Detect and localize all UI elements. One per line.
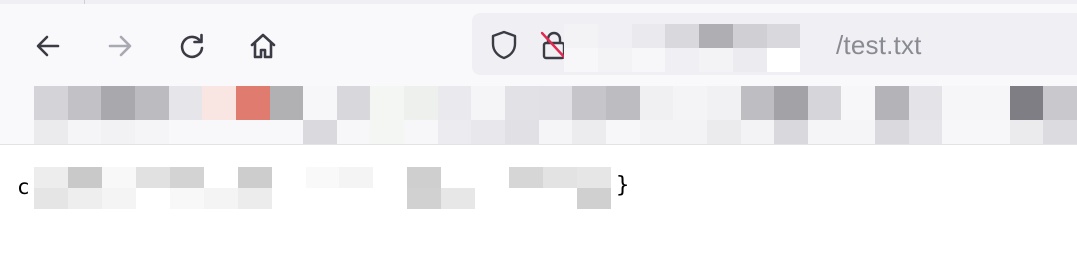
- home-icon: [250, 33, 276, 59]
- url-path-text: /test.txt: [836, 30, 922, 60]
- file-text-redacted: [34, 167, 611, 209]
- file-text-start: c: [17, 175, 30, 199]
- back-button[interactable]: [28, 26, 68, 66]
- arrow-right-icon: [108, 35, 132, 57]
- reload-button[interactable]: [172, 26, 212, 66]
- reload-icon: [180, 33, 204, 59]
- home-button[interactable]: [243, 26, 283, 66]
- file-text-end: }: [616, 173, 630, 198]
- url-host-redacted: [564, 24, 834, 72]
- browser-toolbar: /test.txt: [0, 0, 1077, 145]
- tab-divider: [84, 0, 85, 4]
- tab-strip-edge: [0, 0, 1077, 4]
- shield-icon: [491, 30, 517, 60]
- forward-button[interactable]: [100, 26, 140, 66]
- bookmarks-toolbar-redacted: [34, 86, 1077, 144]
- tracking-protection-button[interactable]: [488, 29, 520, 61]
- url-bar[interactable]: /test.txt: [472, 13, 1077, 75]
- arrow-left-icon: [36, 35, 60, 57]
